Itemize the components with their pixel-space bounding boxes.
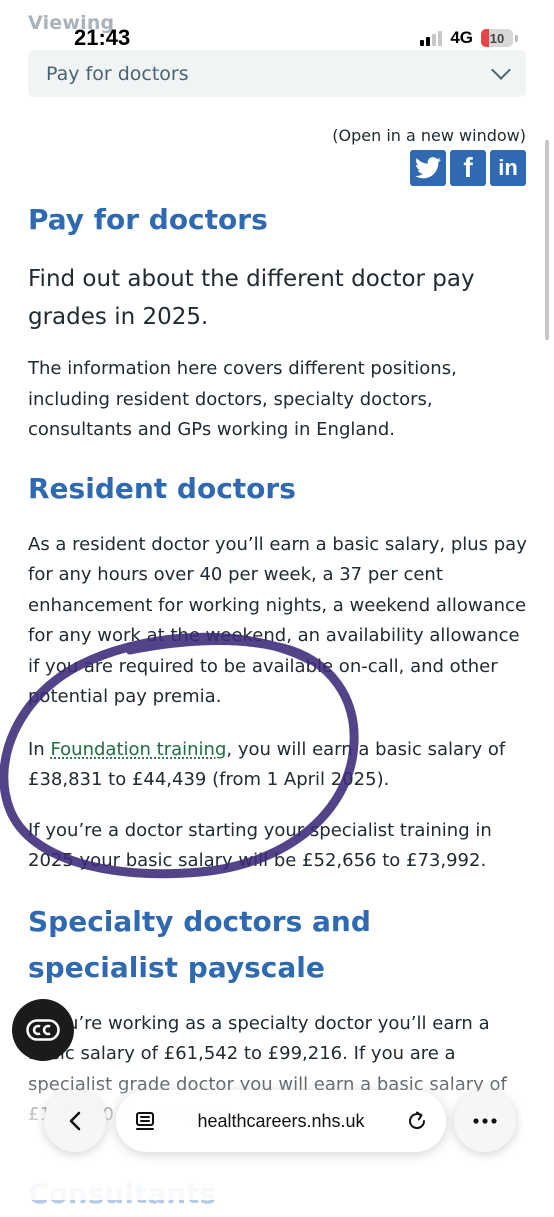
linkedin-icon[interactable]: in xyxy=(490,150,526,186)
captions-icon xyxy=(26,1019,60,1041)
page-title: Pay for doctors xyxy=(28,203,268,236)
resident-paragraph-2: In Foundation training, you will earn a … xyxy=(28,735,528,796)
closed-captions-button[interactable] xyxy=(12,999,74,1061)
article-lede: Find out about the different doctor pay … xyxy=(28,266,475,330)
browser-toolbar: healthcareers.nhs.uk xyxy=(44,1090,526,1160)
signal-icon xyxy=(420,30,443,46)
chevron-left-icon xyxy=(69,1111,81,1131)
chevron-down-icon xyxy=(491,59,511,80)
twitter-icon[interactable] xyxy=(410,150,446,186)
heading-specialty-doctors: Specialty doctors and specialist payscal… xyxy=(28,904,371,984)
status-indicators: 4G 10 xyxy=(420,28,518,48)
open-new-window-note: (Open in a new window) xyxy=(332,126,526,145)
foundation-training-link[interactable]: Foundation training xyxy=(50,739,226,760)
page-section-select[interactable]: Pay for doctors xyxy=(28,50,526,97)
page-section-select-value: Pay for doctors xyxy=(46,62,189,85)
page-scrollbar[interactable] xyxy=(545,140,549,340)
address-bar[interactable]: healthcareers.nhs.uk xyxy=(116,1090,446,1152)
heading-resident-doctors: Resident doctors xyxy=(28,471,296,505)
resident-p2-text-before: In xyxy=(28,738,51,760)
more-icon xyxy=(473,1118,497,1124)
battery-icon: 10 xyxy=(481,29,513,47)
battery-cap xyxy=(515,34,518,42)
reload-icon[interactable] xyxy=(406,1110,428,1132)
back-button[interactable] xyxy=(44,1090,106,1152)
status-time: 21:43 xyxy=(74,25,131,50)
url-text: healthcareers.nhs.uk xyxy=(197,1110,365,1131)
social-share-links: f in xyxy=(410,150,526,186)
more-options-button[interactable] xyxy=(454,1090,516,1152)
reader-icon[interactable] xyxy=(134,1110,156,1132)
network-type: 4G xyxy=(450,28,473,47)
battery-level: 10 xyxy=(489,30,505,46)
article-intro: The information here covers different po… xyxy=(28,358,457,440)
resident-paragraph-1: As a resident doctor you’ll earn a basic… xyxy=(28,533,527,708)
facebook-icon[interactable]: f xyxy=(450,150,486,186)
resident-paragraph-3: If you’re a doctor starting your special… xyxy=(28,819,492,872)
